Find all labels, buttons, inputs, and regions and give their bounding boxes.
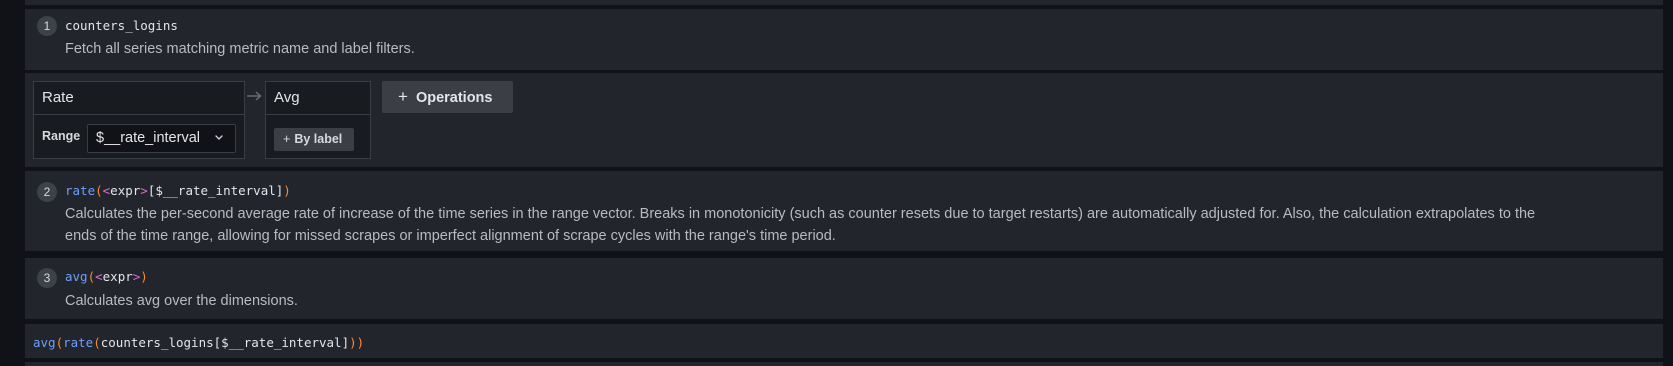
plus-icon: + — [398, 87, 408, 106]
add-operation-button[interactable]: + Operations — [382, 81, 513, 113]
step-number-badge: 1 — [37, 16, 57, 36]
step-number-badge: 3 — [37, 268, 57, 288]
rate-operation: Rate Range $__rate_interval — [33, 81, 245, 159]
arrow-right-icon — [247, 91, 262, 101]
explain-step-1: 1 counters_logins Fetch all series match… — [25, 9, 1663, 70]
step-description: Fetch all series matching metric name an… — [65, 41, 415, 57]
step-expression: avg(<expr>) — [65, 269, 148, 284]
rate-operation-title: Rate — [34, 82, 244, 115]
query-builder: 1 counters_logins Fetch all series match… — [0, 0, 1673, 366]
bottom-panel-edge — [25, 362, 1663, 366]
range-label: Range — [42, 129, 81, 143]
step-description: Calculates the per-second average rate o… — [65, 206, 1536, 244]
top-panel-edge — [25, 0, 1663, 5]
explain-step-2: 2 rate(<expr>[$__rate_interval]) Calcula… — [25, 171, 1663, 251]
query-preview: avg(rate(counters_logins[$__rate_interva… — [33, 335, 365, 350]
avg-operation: Avg + By label — [265, 81, 371, 159]
avg-operation-title: Avg — [266, 82, 370, 115]
plus-icon: + — [283, 132, 291, 146]
add-operation-button-label: Operations — [415, 90, 493, 106]
step-number-badge: 2 — [37, 182, 57, 202]
metric-name: counters_logins — [65, 18, 178, 33]
range-select-value: $__rate_interval — [96, 130, 200, 146]
step-description: Calculates avg over the dimensions. — [65, 293, 298, 309]
step-expression: rate(<expr>[$__rate_interval]) — [65, 183, 291, 198]
chevron-down-icon — [215, 135, 223, 140]
by-label-button[interactable]: + By label — [274, 128, 354, 151]
range-select[interactable]: $__rate_interval — [87, 124, 236, 153]
by-label-button-label: By label — [294, 132, 343, 146]
explain-step-3: 3 avg(<expr>) Calculates avg over the di… — [25, 258, 1663, 319]
